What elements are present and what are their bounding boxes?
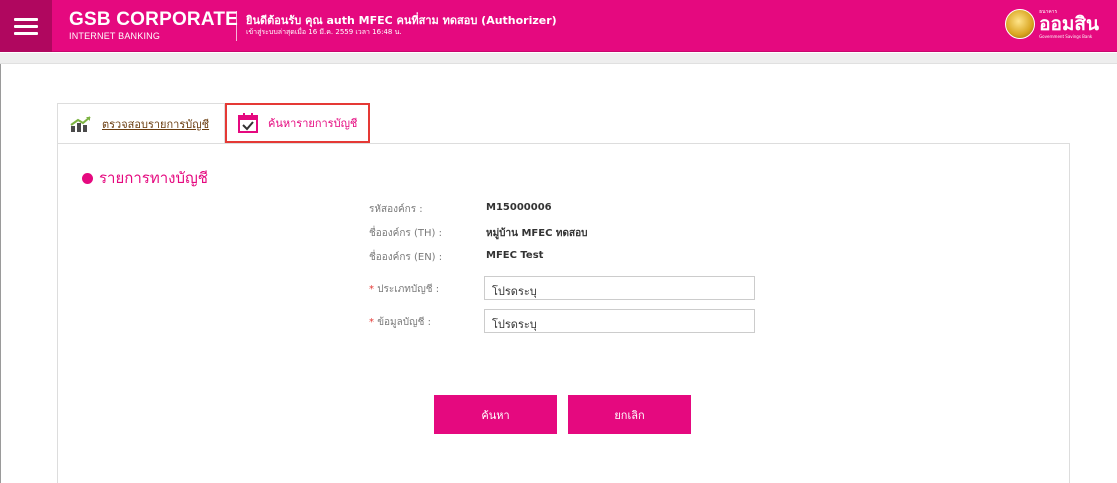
welcome-block: ยินดีต้อนรับ คุณ auth MFEC คนที่สาม ทดสอ… xyxy=(246,14,557,37)
tab-label: ค้นหารายการบัญชี xyxy=(268,117,358,130)
required-mark: * xyxy=(369,317,374,328)
section-title: รายการทางบัญชี xyxy=(82,166,208,190)
menu-bar-icon xyxy=(14,24,38,28)
header-divider xyxy=(236,11,237,41)
menu-bar-icon xyxy=(14,17,38,21)
account-type-label-text: ประเภทบัญชี : xyxy=(377,284,440,295)
org-name-en-label: ชื่อองค์กร (EN) : xyxy=(369,252,443,263)
brand-subtitle: INTERNET BANKING xyxy=(69,31,161,41)
left-edge xyxy=(0,64,1,483)
logo-main-text: ออมสิน xyxy=(1039,13,1099,35)
account-type-label: * ประเภทบัญชี : xyxy=(369,282,439,297)
top-header: GSB CORPORATE INTERNET BANKING ยินดีต้อน… xyxy=(0,0,1117,52)
org-code-label: รหัสองค์กร : xyxy=(369,204,423,215)
logo-english-text: Government Savings Bank xyxy=(1039,34,1093,39)
org-name-th-label: ชื่อองค์กร (TH) : xyxy=(369,228,442,239)
header-strip xyxy=(0,53,1117,64)
brand-title: GSB CORPORATE xyxy=(69,9,239,30)
cancel-button[interactable]: ยกเลิก xyxy=(568,395,691,434)
search-button[interactable]: ค้นหา xyxy=(434,395,557,434)
welcome-text: ยินดีต้อนรับ คุณ auth MFEC คนที่สาม ทดสอ… xyxy=(246,14,557,27)
account-info-label: * ข้อมูลบัญชี : xyxy=(369,315,431,330)
chart-icon xyxy=(70,115,92,132)
brand: GSB CORPORATE INTERNET BANKING xyxy=(69,9,238,41)
bank-logo-text: ธนาคาร ออมสิน Government Savings Bank xyxy=(1039,9,1099,39)
calendar-check-icon xyxy=(238,113,258,133)
bank-emblem-icon xyxy=(1005,9,1036,39)
org-name-en-value: MFEC Test xyxy=(486,250,544,261)
tab-label: ตรวจสอบรายการบัญชี xyxy=(102,117,210,131)
account-info-select[interactable]: โปรดระบุ xyxy=(484,309,755,333)
tab-check-account-transactions[interactable]: ตรวจสอบรายการบัญชี xyxy=(57,103,225,143)
section-title-text: รายการทางบัญชี xyxy=(99,169,208,187)
menu-bar-icon xyxy=(14,31,38,35)
org-code-value: M15000006 xyxy=(486,202,552,213)
tab-search-account-transactions[interactable]: ค้นหารายการบัญชี xyxy=(225,103,370,143)
account-type-select[interactable]: โปรดระบุ xyxy=(484,276,755,300)
org-name-th-value: หมู่บ้าน MFEC ทดสอบ xyxy=(486,228,588,239)
last-login-text: เข้าสู่ระบบล่าสุดเมื่อ 16 มี.ค. 2559 เวล… xyxy=(246,28,402,36)
bank-logo: ธนาคาร ออมสิน Government Savings Bank xyxy=(1005,9,1099,39)
bullet-icon xyxy=(82,172,93,184)
account-info-label-text: ข้อมูลบัญชี : xyxy=(377,317,431,328)
required-mark: * xyxy=(369,284,374,295)
hamburger-menu-button[interactable] xyxy=(0,0,52,52)
